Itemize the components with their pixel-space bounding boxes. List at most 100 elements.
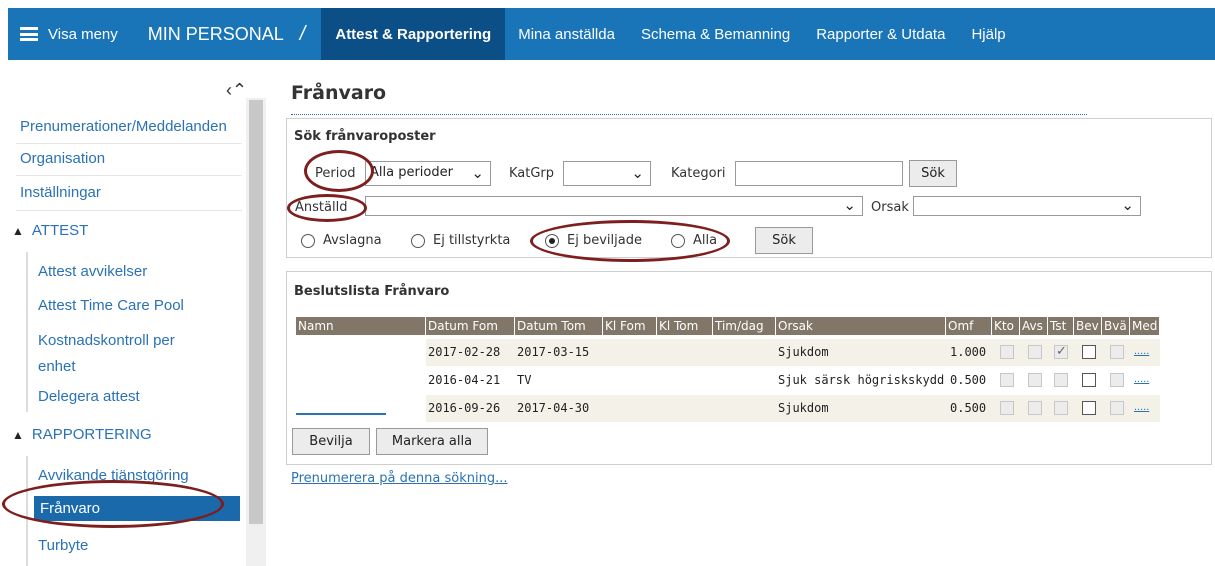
chevron-up-icon: ▲ — [12, 223, 24, 238]
nav-schema-bemanning[interactable]: Schema & Bemanning — [628, 8, 803, 60]
column-header-tst[interactable]: Tst — [1048, 317, 1074, 335]
cell-orsak: Sjukdom — [778, 401, 829, 415]
column-header-bev[interactable]: Bev — [1074, 317, 1102, 335]
katgrp-select[interactable]: ⌄ — [563, 161, 651, 186]
cell-omf: 0.500 — [950, 401, 987, 415]
sidebar-section-attest[interactable]: ▲ ATTEST — [12, 222, 88, 239]
cell-orsak: Sjuk särsk högriskskydd — [778, 373, 945, 387]
app-title[interactable]: MIN PERSONAL — [132, 8, 296, 60]
checkbox-bev[interactable] — [1082, 373, 1096, 387]
radio-button[interactable] — [301, 233, 315, 248]
details-link[interactable]: ..... — [1134, 373, 1149, 385]
sidebar-scrollbar-thumb[interactable] — [249, 100, 263, 524]
radio-avslagna[interactable]: Avslagna — [301, 233, 382, 248]
collapse-sidebar-icon[interactable]: ‹⌃ — [226, 80, 247, 101]
show-menu-label: Visa meny — [48, 25, 118, 43]
nav-hjalp[interactable]: Hjälp — [958, 8, 1018, 60]
nav-mina-anstallda[interactable]: Mina anställda — [505, 8, 628, 60]
anstalld-select[interactable]: ⌄ — [365, 196, 863, 216]
radio-ej-beviljade[interactable]: Ej beviljade — [545, 233, 642, 248]
mark-all-button[interactable]: Markera alla — [376, 428, 488, 455]
cell-datum-fom: 2017-02-28 — [428, 345, 501, 359]
radio-button[interactable] — [671, 233, 685, 248]
orsak-select[interactable]: ⌄ — [913, 196, 1141, 216]
search-button[interactable]: Sök — [909, 160, 957, 187]
sidebar-section-rapportering[interactable]: ▲ RAPPORTERING — [12, 426, 152, 443]
checkbox-bva — [1110, 373, 1124, 387]
decisions-heading: Beslutslista Frånvaro — [294, 284, 450, 299]
chevron-down-icon: ⌄ — [843, 196, 856, 214]
approve-button[interactable]: Bevilja — [292, 428, 370, 455]
sidebar-item-delegera-attest[interactable]: Delegera attest — [38, 384, 140, 409]
radio-label: Ej beviljade — [567, 233, 642, 248]
column-header-namn[interactable]: Namn — [296, 317, 426, 335]
checkbox-tst — [1054, 373, 1068, 387]
period-select[interactable]: Alla perioder ⌄ — [365, 161, 491, 186]
title-underline — [291, 114, 1087, 115]
column-header-tim-dag[interactable]: Tim/dag — [713, 317, 776, 335]
sidebar-item-organisation[interactable]: Organisation — [20, 150, 105, 167]
nav-rapporter-utdata[interactable]: Rapporter & Utdata — [803, 8, 958, 60]
show-menu-button[interactable]: Visa meny — [8, 8, 132, 60]
sidebar-divider — [16, 143, 242, 144]
cell-datum-fom: 2016-09-26 — [428, 401, 501, 415]
search-panel: Sök frånvaroposter Period Alla perioder … — [286, 118, 1212, 258]
katgrp-label: KatGrp — [509, 166, 555, 181]
hamburger-icon — [20, 27, 38, 41]
page-title: Frånvaro — [291, 82, 387, 104]
sidebar-divider — [16, 210, 242, 211]
column-header-med[interactable]: Med — [1130, 317, 1160, 335]
radio-label: Alla — [693, 233, 718, 248]
chevron-down-icon: ⌄ — [1121, 196, 1134, 214]
sidebar-item-kostnadskontroll-line2[interactable]: enhet — [38, 354, 76, 379]
column-header-datum-tom[interactable]: Datum Tom — [515, 317, 603, 335]
kategori-input[interactable] — [735, 161, 903, 186]
sidebar-item-prenumerationer[interactable]: Prenumerationer/Meddelanden — [20, 118, 246, 135]
cell-datum-tom: 2017-03-15 — [517, 345, 590, 359]
column-header-bva[interactable]: Bvä — [1102, 317, 1130, 335]
cell-datum-tom: TV — [517, 373, 532, 387]
check-icon: ✓ — [1056, 343, 1067, 358]
radio-button-selected[interactable] — [545, 233, 559, 248]
tree-line — [26, 456, 28, 566]
checkbox-bva — [1110, 401, 1124, 415]
details-link[interactable]: ..... — [1134, 345, 1149, 357]
details-link[interactable]: ..... — [1134, 401, 1149, 413]
search-heading: Sök frånvaroposter — [294, 129, 436, 144]
search-button-2[interactable]: Sök — [755, 227, 813, 254]
sidebar: ‹⌃ Prenumerationer/Meddelanden Organisat… — [8, 68, 266, 566]
sidebar-item-turbyte[interactable]: Turbyte — [38, 533, 88, 558]
sidebar-item-installningar[interactable]: Inställningar — [20, 184, 101, 201]
chevron-up-icon: ▲ — [12, 427, 24, 442]
column-header-omf[interactable]: Omf — [946, 317, 992, 335]
column-header-avs[interactable]: Avs — [1020, 317, 1048, 335]
checkbox-kto — [1000, 373, 1014, 387]
section-label: RAPPORTERING — [31, 426, 152, 443]
sidebar-item-attest-time-care-pool[interactable]: Attest Time Care Pool — [38, 293, 184, 318]
column-header-datum-fom[interactable]: Datum Fom — [426, 317, 515, 335]
column-header-kl-fom[interactable]: Kl Fom — [603, 317, 657, 335]
column-header-orsak[interactable]: Orsak — [776, 317, 946, 335]
column-header-kto[interactable]: Kto — [992, 317, 1020, 335]
chevron-down-icon: ⌄ — [631, 164, 644, 182]
checkbox-tst — [1054, 401, 1068, 415]
employee-name-link[interactable] — [296, 413, 386, 415]
sidebar-item-franvaro[interactable]: Frånvaro — [34, 496, 240, 521]
checkbox-bev[interactable] — [1082, 401, 1096, 415]
subscribe-search-link[interactable]: Prenumerera på denna sökning... — [291, 471, 507, 486]
sidebar-item-attest-avvikelser[interactable]: Attest avvikelser — [38, 259, 147, 284]
column-header-kl-tom[interactable]: Kl Tom — [657, 317, 713, 335]
radio-button[interactable] — [411, 233, 425, 248]
radio-ej-tillstyrkta[interactable]: Ej tillstyrkta — [411, 233, 510, 248]
sidebar-item-avvikande-tjanstgoring[interactable]: Avvikande tjänstgöring — [38, 463, 189, 488]
checkbox-tst: ✓ — [1054, 343, 1068, 359]
cell-omf: 0.500 — [950, 373, 987, 387]
radio-alla[interactable]: Alla — [671, 233, 717, 248]
tree-line — [26, 252, 28, 412]
sidebar-item-kostnadskontroll-line1[interactable]: Kostnadskontroll per — [38, 328, 175, 353]
checkbox-bev[interactable] — [1082, 345, 1096, 359]
nav-attest-rapportering[interactable]: Attest & Rapportering — [321, 8, 506, 60]
radio-label: Ej tillstyrkta — [433, 233, 511, 248]
period-label: Period — [315, 166, 356, 181]
anstalld-label: Anställd — [295, 200, 348, 215]
